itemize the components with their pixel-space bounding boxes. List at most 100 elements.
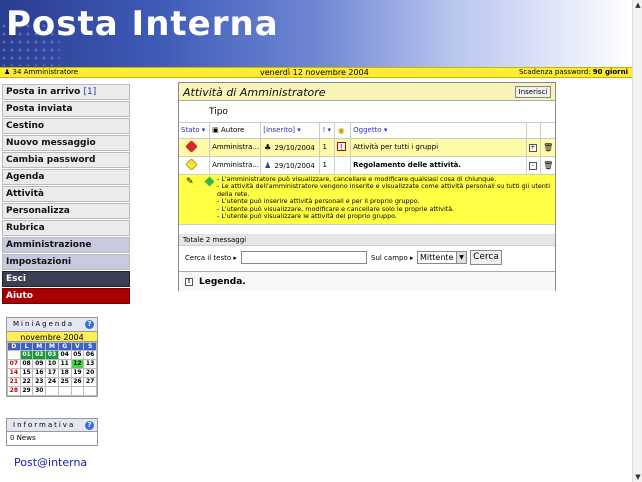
sidebar-item-rubrica[interactable]: Rubrica — [2, 220, 130, 236]
calendar-day[interactable]: 13 — [83, 359, 97, 369]
weekday-header: M — [32, 342, 47, 351]
mini-agenda-title: MiniAgenda ? — [7, 318, 97, 331]
calendar-alarm-icon: ! — [336, 142, 346, 152]
expand-icon: ! — [185, 278, 193, 286]
column-stato[interactable]: Stato ▾ — [179, 123, 211, 139]
collapse-icon[interactable]: - — [528, 161, 537, 170]
help-icon[interactable]: ? — [85, 421, 94, 430]
trash-icon[interactable]: 🗑 — [543, 143, 553, 152]
column-alarm[interactable]: ◉ — [334, 123, 352, 139]
calendar-day[interactable]: 21 — [7, 377, 21, 387]
calendar-day[interactable]: 22 — [19, 377, 34, 387]
calendar-day[interactable]: 08 — [19, 359, 34, 369]
calendar-day[interactable]: 18 — [57, 368, 72, 378]
mini-agenda-month[interactable]: novembre 2004 — [7, 331, 97, 342]
status-red-icon — [185, 139, 198, 153]
sort-icon: ▾ — [327, 126, 332, 135]
calendar-day-today[interactable]: 12 — [70, 359, 85, 369]
table-row[interactable]: Amministra... ♣ 29/10/2004 1 ! Attività … — [179, 138, 555, 157]
app-title: Posta Interna — [6, 4, 279, 44]
calendar-day[interactable]: 09 — [32, 359, 47, 369]
calendar-day[interactable]: 14 — [7, 368, 21, 378]
sidebar-item-impostazioni[interactable]: Impostazioni — [2, 254, 130, 270]
sidebar-item-personalizza[interactable]: Personalizza — [2, 203, 130, 219]
calendar-day[interactable]: 02 — [32, 350, 47, 360]
calendar-day — [7, 350, 21, 360]
calendar-day[interactable]: 07 — [7, 359, 21, 369]
column-autore[interactable]: ▣ Autore — [209, 123, 262, 139]
brand-logo: Post@interna — [14, 456, 88, 469]
calendar-day[interactable]: 05 — [70, 350, 85, 360]
scroll-up-icon[interactable]: ▲ — [633, 0, 642, 10]
app-header: Posta Interna — [0, 0, 632, 67]
sidebar-item-agenda[interactable]: Agenda — [2, 169, 130, 185]
sidebar-item-posta-in-arrivo[interactable]: Posta in arrivo [1] — [2, 84, 130, 100]
subject-cell[interactable]: Attività per tutti i gruppi — [350, 138, 527, 157]
column-oggetto[interactable]: Oggetto ▾ — [350, 123, 527, 139]
insert-button[interactable]: Inserisci — [515, 86, 551, 98]
search-button[interactable]: Cerca — [470, 250, 502, 265]
field-select[interactable]: Mittente ▼ — [417, 251, 467, 264]
sidebar-item-amministrazione[interactable]: Amministrazione — [2, 237, 130, 253]
calendar-day[interactable]: 25 — [57, 377, 72, 387]
subject-cell[interactable]: Regolamento delle attività. — [350, 156, 527, 175]
group-icon: ♣ — [264, 142, 272, 152]
activities-panel: Attività di Amministratore Inserisci Tip… — [178, 82, 556, 291]
calendar-day[interactable]: 11 — [57, 359, 72, 369]
page-title: Attività di Amministratore — [183, 86, 326, 99]
calendar-day[interactable]: 15 — [19, 368, 34, 378]
help-icon[interactable]: ? — [85, 320, 94, 329]
date-cell: ♟ 29/10/2004 — [260, 156, 321, 175]
news-count[interactable]: 0 News — [7, 432, 97, 445]
current-user: ♟ 34 Amministratore — [4, 68, 79, 76]
calendar-day[interactable]: 27 — [83, 377, 97, 387]
expand-icon[interactable]: + — [528, 143, 537, 152]
author-cell: Amministra... — [209, 156, 262, 175]
sidebar-nav: Posta in arrivo [1] Posta inviata Cestin… — [2, 84, 130, 305]
calendar-day[interactable]: 03 — [45, 350, 59, 360]
sidebar-item-cambia-password[interactable]: Cambia password — [2, 152, 130, 168]
legend-toggle[interactable]: ! Legenda. — [179, 271, 555, 291]
tipo-filter[interactable]: Tipo — [179, 101, 555, 123]
calendar-day[interactable]: 28 — [7, 386, 21, 396]
scroll-down-icon[interactable]: ▼ — [633, 472, 642, 482]
sidebar-item-cestino[interactable]: Cestino — [2, 118, 130, 134]
weekday-header: L — [19, 342, 34, 351]
calendar-day[interactable]: 04 — [57, 350, 72, 360]
sidebar-item-esci[interactable]: Esci — [2, 271, 130, 287]
weekday-header: S — [83, 342, 97, 351]
calendar-day[interactable]: 20 — [83, 368, 97, 378]
author-icon: ▣ — [212, 126, 219, 135]
informativa-title: Informativa ? — [7, 419, 97, 432]
calendar-day[interactable]: 30 — [32, 386, 47, 396]
expand-cell: + — [526, 138, 542, 157]
vertical-scrollbar[interactable]: ▲ ▼ — [632, 0, 642, 482]
calendar-day[interactable]: 16 — [32, 368, 47, 378]
search-input[interactable] — [241, 251, 367, 264]
chevron-down-icon[interactable]: ▼ — [456, 252, 466, 263]
calendar-day[interactable]: 24 — [45, 377, 59, 387]
column-inserito[interactable]: [Inserito] ▾ — [260, 123, 321, 139]
calendar-day[interactable]: 26 — [70, 377, 85, 387]
detail-text: - L'amministratore può visualizzare, can… — [217, 174, 551, 221]
edit-icon[interactable]: ✎ — [186, 177, 194, 187]
calendar-day[interactable]: 01 — [19, 350, 34, 360]
person-icon: ♟ — [264, 160, 272, 170]
sidebar-item-posta-inviata[interactable]: Posta inviata — [2, 101, 130, 117]
calendar-day[interactable]: 06 — [83, 350, 97, 360]
activity-detail: ✎ - L'amministratore può visualizzare, c… — [179, 174, 555, 225]
calendar-day[interactable]: 10 — [45, 359, 59, 369]
weekday-header: M — [45, 342, 59, 351]
sidebar-item-attivita[interactable]: Attività — [2, 186, 130, 202]
trash-icon[interactable]: 🗑 — [543, 161, 553, 170]
table-row[interactable]: Amministra... ♟ 29/10/2004 1 Regolamento… — [179, 156, 555, 175]
column-priorita[interactable]: ! ▾ — [319, 123, 335, 139]
calendar-day[interactable]: 29 — [19, 386, 34, 396]
calendar-day[interactable]: 17 — [45, 368, 59, 378]
user-icon: ♟ — [4, 68, 11, 76]
sidebar-item-nuovo-messaggio[interactable]: Nuovo messaggio — [2, 135, 130, 151]
calendar-day[interactable]: 19 — [70, 368, 85, 378]
sidebar-item-aiuto[interactable]: Aiuto — [2, 288, 130, 304]
calendar-day[interactable]: 23 — [32, 377, 47, 387]
calendar-grid: D L M M G V S 01 02 03 04 05 06 07 08 09… — [7, 342, 97, 396]
